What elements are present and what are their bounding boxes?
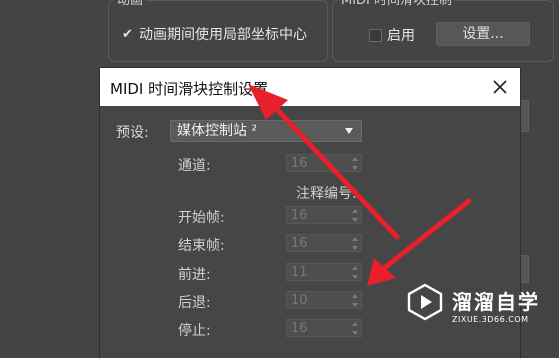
arrow-to-fields [367, 198, 472, 286]
watermark-subtitle: ZIXUE.3D66.COM [452, 315, 529, 324]
watermark-title: 溜溜自学 [452, 290, 540, 314]
play-logo-icon [406, 283, 444, 321]
arrow-to-title [248, 84, 400, 240]
